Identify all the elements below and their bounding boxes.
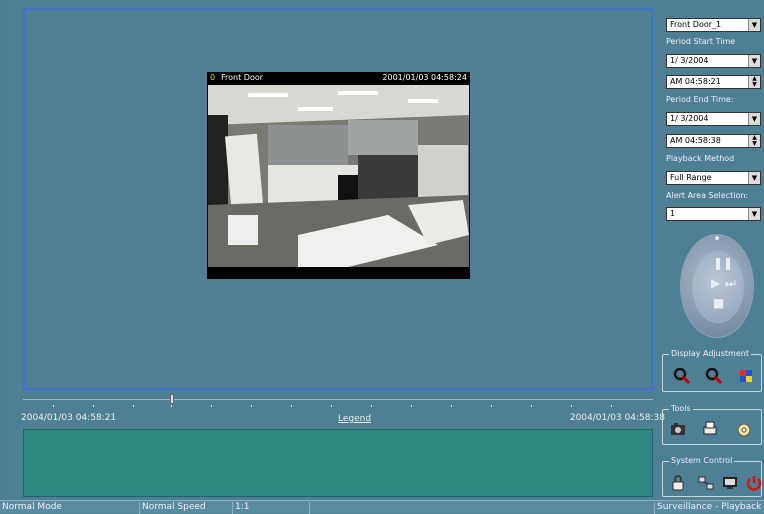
camera-timestamp: 2001/01/03 04:58:24	[382, 73, 467, 82]
timeline-tick	[331, 405, 332, 407]
lock-icon[interactable]	[669, 474, 687, 492]
status-app: Surveillance - Playback	[657, 502, 762, 512]
timeline-tick	[291, 405, 292, 407]
chevron-down-icon[interactable]: ▼	[748, 55, 760, 67]
end-date-value: 1/ 3/2004	[670, 114, 709, 123]
timeline-end-label: 2004/01/03 04:58:38	[569, 413, 665, 423]
display-adjustment-title: Display Adjustment	[669, 349, 751, 358]
camera-feed[interactable]: 0 Front Door 2001/01/03 04:58:24	[207, 72, 470, 279]
system-control-group: System Control	[662, 456, 763, 497]
alert-area[interactable]	[23, 429, 653, 497]
timeline-tick	[451, 405, 452, 407]
status-ratio: 1:1	[233, 502, 310, 514]
start-date-value: 1/ 3/2004	[670, 56, 709, 65]
camera-select[interactable]: Front Door_1 ▼	[666, 18, 761, 32]
timeline-tick	[571, 405, 572, 407]
timeline-tick	[53, 405, 54, 407]
alert-area-label: Alert Area Selection:	[666, 191, 749, 200]
timeline-tick	[251, 405, 252, 407]
timeline-tick	[491, 405, 492, 407]
camera-channel: 0	[210, 73, 216, 82]
playback-method-value: Full Range	[670, 173, 712, 182]
spin-arrows-icon[interactable]: ▲ ▼	[748, 76, 760, 88]
timeline-start-label: 2004/01/03 04:58:21	[21, 413, 117, 423]
timeline-tick	[211, 405, 212, 407]
camera-name: Front Door	[221, 73, 264, 82]
snapshot-icon[interactable]	[669, 420, 687, 438]
left-stripe	[0, 0, 10, 500]
video-viewer[interactable]: 0 Front Door 2001/01/03 04:58:24	[23, 8, 653, 390]
color-adjust-icon[interactable]	[737, 367, 755, 385]
timeline[interactable]: 2004/01/03 04:58:21 Legend 2004/01/03 04…	[21, 394, 665, 427]
system-control-title: System Control	[669, 456, 735, 465]
timeline-tick	[171, 405, 172, 407]
stop-icon[interactable]: ■	[713, 296, 724, 310]
playback-method-select[interactable]: Full Range ▼	[666, 171, 761, 185]
pause-icon[interactable]: ❚❚	[713, 256, 733, 270]
camera-image	[208, 85, 469, 267]
camera-header: 0 Front Door 2001/01/03 04:58:24	[207, 72, 470, 84]
play-icon[interactable]: ▶	[711, 276, 720, 290]
next-icon[interactable]: ⏭	[725, 276, 736, 291]
period-start-label: Period Start Time	[666, 37, 736, 46]
monitor-icon[interactable]	[721, 474, 739, 492]
status-bar: Normal Mode Normal Speed 1:1 Surveillanc…	[0, 500, 764, 514]
dial-center: ❚❚ ▶ ⏭ ■	[692, 251, 744, 323]
zoom-out-icon[interactable]	[705, 367, 723, 385]
tools-group: Tools	[662, 404, 762, 445]
print-icon[interactable]	[701, 420, 719, 438]
camera-select-value: Front Door_1	[670, 20, 722, 29]
alert-area-value: 1	[670, 209, 676, 218]
alert-area-select[interactable]: 1 ▼	[666, 207, 761, 221]
end-time-value: AM 04:58:38	[670, 136, 721, 145]
spin-arrows-icon[interactable]: ▲ ▼	[748, 135, 760, 147]
tools-title: Tools	[669, 404, 693, 413]
start-time-spinner[interactable]: AM 04:58:21 ▲ ▼	[666, 75, 761, 89]
start-date-select[interactable]: 1/ 3/2004 ▼	[666, 54, 761, 68]
timeline-slider-thumb[interactable]	[170, 394, 174, 404]
timeline-track[interactable]	[23, 399, 653, 400]
start-time-value: AM 04:58:21	[670, 77, 721, 86]
timeline-tick	[411, 405, 412, 407]
status-blank	[310, 502, 655, 514]
legend-link[interactable]: Legend	[338, 414, 371, 424]
display-adjustment-group: Display Adjustment	[662, 349, 762, 392]
timeline-tick	[531, 405, 532, 407]
timeline-tick	[133, 405, 134, 407]
playback-dial[interactable]: ❚❚ ▶ ⏭ ■	[680, 234, 754, 338]
network-icon[interactable]	[697, 474, 715, 492]
chevron-down-icon[interactable]: ▼	[748, 172, 760, 184]
status-mode: Normal Mode	[0, 502, 140, 514]
timeline-tick	[611, 405, 612, 407]
disk-icon[interactable]	[735, 420, 753, 438]
timeline-tick	[93, 405, 94, 407]
zoom-in-icon[interactable]	[673, 367, 691, 385]
status-speed: Normal Speed	[140, 502, 233, 514]
dial-indicator	[715, 236, 719, 240]
period-end-label: Period End Time:	[666, 95, 734, 104]
end-date-select[interactable]: 1/ 3/2004 ▼	[666, 112, 761, 126]
chevron-down-icon[interactable]: ▼	[748, 208, 760, 220]
playback-method-label: Playback Method	[666, 154, 735, 163]
power-icon[interactable]	[745, 474, 763, 492]
chevron-down-icon[interactable]: ▼	[748, 113, 760, 125]
timeline-tick	[371, 405, 372, 407]
end-time-spinner[interactable]: AM 04:58:38 ▲ ▼	[666, 134, 761, 148]
chevron-down-icon[interactable]: ▼	[748, 19, 760, 31]
